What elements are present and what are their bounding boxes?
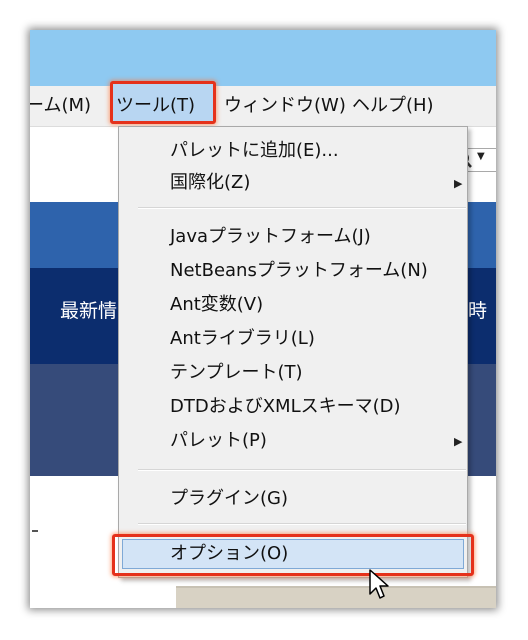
menu-tools[interactable]: ツール(T) xyxy=(116,86,195,126)
mouse-cursor-icon xyxy=(369,569,389,599)
menu-item-palette[interactable]: パレット(P) xyxy=(170,429,267,453)
menu-item-options[interactable]: オプション(O) xyxy=(170,542,288,566)
menu-item-templates[interactable]: テンプレート(T) xyxy=(170,361,303,385)
menu-item-plugins[interactable]: プラグイン(G) xyxy=(170,487,288,511)
menu-item-add-to-palette[interactable]: パレットに追加(E)... xyxy=(170,139,339,163)
menu-separator xyxy=(138,207,466,209)
menu-item-i18n[interactable]: 国際化(Z) xyxy=(170,171,250,195)
page-nav-right-text: 時 xyxy=(468,300,488,322)
chevron-down-icon: ▼ xyxy=(477,151,485,162)
window-titlebar xyxy=(30,30,496,86)
menu-item-java-platforms[interactable]: Javaプラットフォーム(J) xyxy=(170,225,371,249)
menu-item-netbeans-platforms[interactable]: NetBeansプラットフォーム(N) xyxy=(170,259,428,283)
menu-item-ant-variables[interactable]: Ant変数(V) xyxy=(170,293,263,317)
triangle-right-icon: ▶ xyxy=(454,435,463,448)
page-mark xyxy=(32,530,38,532)
screenshot-frame: ーム(M) ウィンドウ(W) ヘルプ(H) ▼ ツール(T) 最新情 時 パレッ… xyxy=(30,30,496,608)
triangle-right-icon: ▶ xyxy=(454,177,463,190)
menu-bar: ーム(M) ウィンドウ(W) ヘルプ(H) ▼ xyxy=(30,86,496,172)
menu-help[interactable]: ヘルプ(H) xyxy=(352,86,434,126)
menu-item-ant-libraries[interactable]: Antライブラリ(L) xyxy=(170,327,315,351)
menu-item-dtd-xml-schemas[interactable]: DTDおよびXMLスキーマ(D) xyxy=(170,395,401,419)
menu-window[interactable]: ウィンドウ(W) xyxy=(224,86,346,126)
menu-form[interactable]: ーム(M) xyxy=(30,86,91,126)
options-highlight-box xyxy=(112,534,474,576)
menu-separator xyxy=(138,469,466,471)
menu-separator xyxy=(138,523,466,525)
page-nav-left-text: 最新情 xyxy=(60,300,118,322)
page-thumbnail xyxy=(176,586,496,608)
